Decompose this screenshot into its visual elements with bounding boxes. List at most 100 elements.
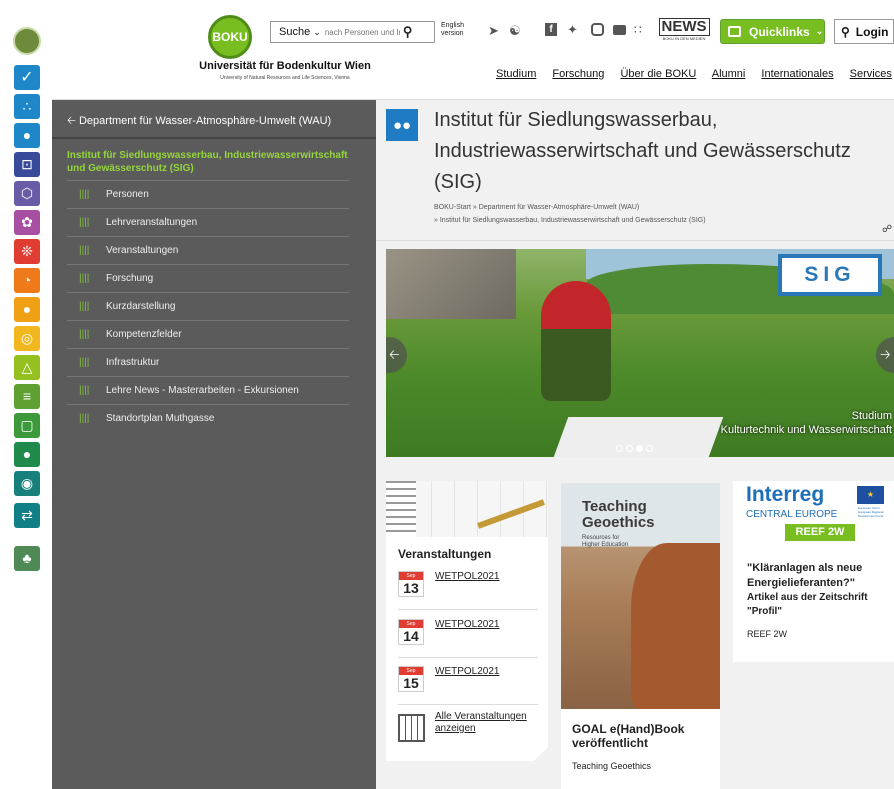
slider-dot-active[interactable] xyxy=(636,445,643,452)
quicklinks-icon xyxy=(728,26,741,37)
rail-hexagon-icon[interactable]: ⬡ xyxy=(14,181,40,206)
search-icon[interactable]: ⚲ xyxy=(403,24,413,40)
slider-dot[interactable] xyxy=(616,445,623,452)
rail-layers-icon[interactable]: ≡ xyxy=(14,384,40,409)
rail-exchange-icon[interactable]: ⇄ xyxy=(14,503,40,528)
geoethics-img-sub1: Resources for xyxy=(582,535,620,541)
section-menu: 🡠 Department für Wasser-Atmosphäre-Umwel… xyxy=(52,100,376,789)
rail-drops-icon[interactable]: ● xyxy=(14,123,40,148)
search-input[interactable] xyxy=(324,27,400,37)
menu-item-lehre-news[interactable]: |||| Lehre News - Masterarbeiten - Exkurs… xyxy=(67,376,349,404)
send-icon[interactable]: ➤ xyxy=(488,23,499,39)
menu-item-lehrveranstaltungen[interactable]: |||| Lehrveranstaltungen xyxy=(67,208,349,236)
login-button[interactable]: ⚲ Login xyxy=(834,19,894,44)
slider-prev-button[interactable]: 🡠 xyxy=(386,337,407,373)
nav-forschung[interactable]: Forschung xyxy=(552,68,604,80)
rail-target-icon[interactable]: ◎ xyxy=(14,326,40,351)
nav-alumni[interactable]: Alumni xyxy=(712,68,746,80)
geoethics-title[interactable]: GOAL e(Hand)Book veröffentlicht xyxy=(572,722,712,750)
twitter-icon[interactable]: ✦ xyxy=(567,22,578,38)
menu-item-label: Infrastruktur xyxy=(106,357,160,368)
rail-logo[interactable] xyxy=(13,27,41,55)
login-label: Login xyxy=(855,24,889,39)
geoethics-image[interactable]: Teaching Geoethics Resources for Higher … xyxy=(561,483,720,709)
nav-internationales[interactable]: Internationales xyxy=(761,68,833,80)
breadcrumb-line2[interactable]: » Institut für Siedlungswasserbau, Indus… xyxy=(434,214,706,227)
nav-studium[interactable]: Studium xyxy=(496,68,536,80)
link-icon[interactable]: ☍ xyxy=(882,224,892,235)
breadcrumb-line1[interactable]: BOKU-Start » Department für Wasser-Atmos… xyxy=(434,201,706,214)
nav-ueber-die-boku[interactable]: Über die BOKU xyxy=(620,68,696,80)
rail-clover-icon[interactable]: ♣ xyxy=(14,546,40,571)
hero-slider[interactable]: SIG 🡠 🡢 Studium Kulturtechnik und Wasser… xyxy=(386,249,894,457)
menu-item-veranstaltungen[interactable]: |||| Veranstaltungen xyxy=(67,236,349,264)
calendar-pen xyxy=(477,499,545,529)
menu-item-kompetenzfelder[interactable]: |||| Kompetenzfelder xyxy=(67,320,349,348)
english-line1: English xyxy=(441,22,464,29)
date-badge-day: 14 xyxy=(403,628,419,644)
english-version-link[interactable]: English version xyxy=(441,22,471,38)
news-logo[interactable]: NEWS BOKU IN DEN MEDIEN xyxy=(655,18,713,46)
rail-tree-icon[interactable]: ● xyxy=(14,442,40,467)
chevron-down-icon: ⌄ xyxy=(313,27,321,37)
youtube-icon[interactable] xyxy=(613,25,626,35)
rail-slash-icon[interactable]: ● xyxy=(14,297,40,322)
event-item[interactable]: Sep 14 WETPOL2021 xyxy=(398,616,538,658)
quicklinks-button[interactable]: Quicklinks ⌄ xyxy=(720,19,825,44)
event-title[interactable]: WETPOL2021 xyxy=(435,619,499,630)
menu-item-label: Lehrveranstaltungen xyxy=(106,217,198,228)
facebook-icon[interactable]: f xyxy=(545,23,557,36)
english-line2: version xyxy=(441,30,464,37)
event-item[interactable]: Sep 13 WETPOL2021 xyxy=(398,568,538,610)
menu-item-personen[interactable]: |||| Personen xyxy=(67,180,349,208)
back-link[interactable]: 🡠 Department für Wasser-Atmosphäre-Umwel… xyxy=(67,112,331,131)
menu-item-standortplan[interactable]: |||| Standortplan Muthgasse xyxy=(67,404,349,432)
key-icon: ⚲ xyxy=(841,24,850,39)
project-badge: REEF 2W xyxy=(785,524,855,541)
rail-square-icon[interactable]: ▢ xyxy=(14,413,40,438)
instagram-icon[interactable] xyxy=(591,23,604,36)
rail-flower-icon[interactable]: ✿ xyxy=(14,210,40,235)
menu-item-infrastruktur[interactable]: |||| Infrastruktur xyxy=(67,348,349,376)
header-divider xyxy=(376,240,894,241)
current-section[interactable]: Institut für Siedlungswasserbau, Industr… xyxy=(67,149,367,175)
nav-services[interactable]: Services xyxy=(850,68,892,80)
date-badge: Sep 15 xyxy=(398,666,424,692)
date-badge: Sep 13 xyxy=(398,571,424,597)
eu-fund-text: European Union European Regional Develop… xyxy=(858,506,884,518)
rail-wave-icon[interactable]: ✓ xyxy=(14,65,40,90)
slider-next-button[interactable]: 🡢 xyxy=(876,337,894,373)
sitemap-icon[interactable]: ☯ xyxy=(509,23,521,39)
rail-triangle-icon[interactable]: △ xyxy=(14,355,40,380)
rail-molecule-icon[interactable]: ⊡ xyxy=(14,152,40,177)
event-title[interactable]: WETPOL2021 xyxy=(435,571,499,582)
card-corner-arrow-icon[interactable] xyxy=(534,747,548,761)
main-content: ●● Institut für Siedlungswasserbau, Indu… xyxy=(376,100,894,789)
menu-item-label: Standortplan Muthgasse xyxy=(106,413,215,424)
slider-dots xyxy=(616,445,653,452)
page-title: Institut für Siedlungswasserbau, Industr… xyxy=(434,109,851,193)
rail-eye-icon[interactable]: ◉ xyxy=(14,471,40,496)
menu-item-kurzdarstellung[interactable]: |||| Kurzdarstellung xyxy=(67,292,349,320)
rail-dots-icon[interactable]: ∴ xyxy=(14,94,40,119)
boku-logo[interactable]: BOKU xyxy=(208,15,252,59)
search-scope-select[interactable]: Suche ⌄ xyxy=(271,26,321,38)
slider-badge: SIG xyxy=(778,254,882,296)
main-nav: Studium Forschung Über die BOKU Alumni I… xyxy=(496,68,892,80)
event-title[interactable]: WETPOL2021 xyxy=(435,666,499,677)
slider-dot[interactable] xyxy=(626,445,633,452)
flickr-icon[interactable]: ∷ xyxy=(634,23,642,37)
site-header: BOKU Universität für Bodenkultur Wien Un… xyxy=(52,0,894,100)
rail-wheel-icon[interactable]: ❊ xyxy=(14,239,40,264)
all-events-link[interactable]: Alle Veranstaltungen anzeigen xyxy=(435,711,540,735)
search-scope-label: Suche xyxy=(279,26,311,38)
geoethics-card: Teaching Geoethics Resources for Higher … xyxy=(561,483,720,789)
menu-item-forschung[interactable]: |||| Forschung xyxy=(67,264,349,292)
menu-item-bars-icon: |||| xyxy=(79,357,90,368)
interreg-quote[interactable]: "Kläranlagen als neue Energielieferanten… xyxy=(747,561,887,591)
slider-dot[interactable] xyxy=(646,445,653,452)
menu-list: |||| Personen |||| Lehrveranstaltungen |||… xyxy=(67,180,349,432)
rail-circle-icon[interactable]: ◔ xyxy=(14,268,40,293)
geoethics-img-title2: Geoethics xyxy=(582,514,655,531)
event-item[interactable]: Sep 15 WETPOL2021 xyxy=(398,663,538,705)
